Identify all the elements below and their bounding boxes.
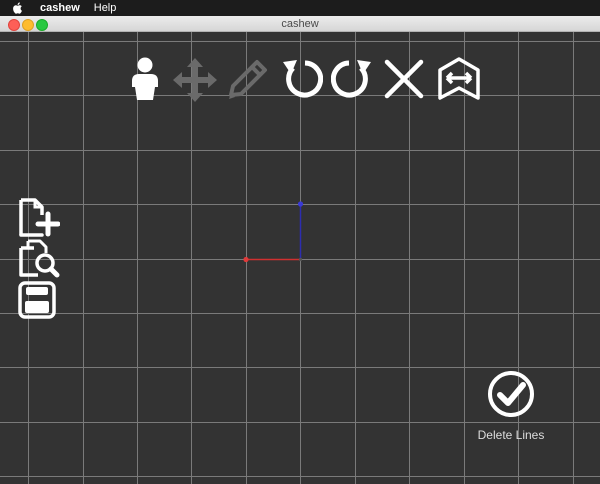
delete-x-button[interactable]: [383, 58, 425, 100]
rotate-right-button[interactable]: [331, 57, 375, 101]
help-menu[interactable]: Help: [94, 2, 117, 14]
rotate-left-icon: [283, 60, 323, 98]
app-menu[interactable]: cashew: [40, 2, 80, 14]
new-file-icon: [19, 198, 60, 237]
y-axis-handle[interactable]: [297, 201, 304, 207]
delete-lines-button[interactable]: [486, 369, 536, 419]
close-x-icon: [384, 59, 424, 99]
rotate-left-button[interactable]: [279, 57, 323, 101]
save-button[interactable]: [17, 280, 57, 320]
save-icon: [18, 281, 56, 319]
origin-point: [298, 257, 303, 262]
flip-icon: [438, 57, 480, 100]
window-title-bar: cashew: [0, 16, 600, 32]
person-tool-button[interactable]: [126, 55, 164, 103]
person-icon: [132, 57, 158, 100]
delete-lines-label: Delete Lines: [477, 428, 545, 442]
menu-bar: cashew Help: [0, 0, 600, 16]
rotate-right-icon: [331, 60, 371, 98]
flip-button[interactable]: [434, 56, 484, 102]
new-file-button[interactable]: [16, 197, 60, 239]
open-file-button[interactable]: [16, 239, 60, 279]
pencil-icon: [229, 60, 267, 99]
move-icon: [173, 58, 217, 102]
search-file-icon: [19, 239, 60, 278]
move-tool-button[interactable]: [171, 56, 219, 104]
checkmark-circle-icon: [488, 371, 534, 417]
window-title: cashew: [281, 18, 319, 30]
apple-icon[interactable]: [12, 2, 26, 14]
x-axis-handle[interactable]: [243, 256, 249, 263]
pencil-tool-button[interactable]: [224, 57, 272, 101]
